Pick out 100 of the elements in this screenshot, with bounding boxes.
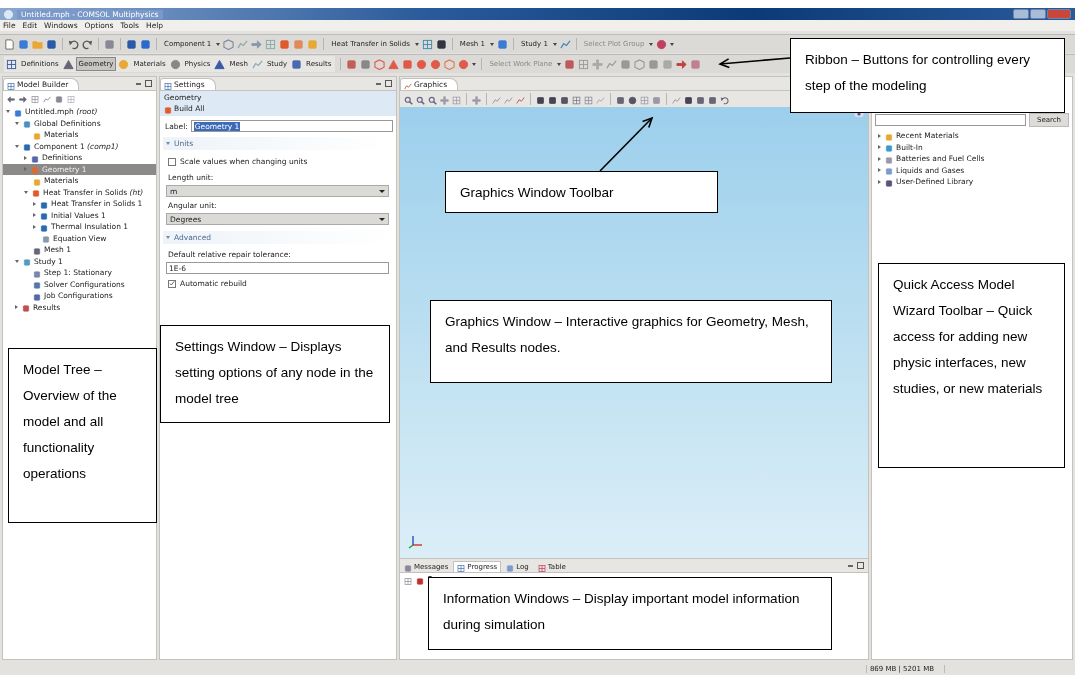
square-icon[interactable] bbox=[684, 94, 693, 104]
expand-arrow-icon[interactable] bbox=[24, 155, 27, 160]
expand-arrow-icon[interactable] bbox=[15, 305, 18, 310]
expand-arrow-icon[interactable] bbox=[33, 201, 36, 206]
square-icon[interactable] bbox=[23, 142, 31, 151]
square-icon[interactable] bbox=[126, 38, 137, 50]
triangle-icon[interactable] bbox=[214, 58, 226, 70]
caret-icon[interactable] bbox=[552, 42, 557, 46]
circle-icon[interactable] bbox=[169, 58, 181, 70]
grid-icon[interactable] bbox=[7, 80, 15, 89]
square-icon[interactable] bbox=[416, 576, 424, 584]
undo-icon[interactable] bbox=[68, 38, 79, 50]
expand-arrow-icon[interactable] bbox=[878, 168, 881, 173]
grid-icon[interactable] bbox=[572, 94, 581, 104]
triangle-icon[interactable] bbox=[62, 58, 74, 70]
square-icon[interactable] bbox=[22, 303, 30, 312]
caret-icon[interactable] bbox=[472, 62, 477, 66]
caret-icon[interactable] bbox=[557, 62, 562, 66]
chart-icon[interactable] bbox=[606, 58, 618, 70]
minimize-button[interactable] bbox=[376, 82, 381, 85]
expand-arrow-icon[interactable] bbox=[878, 156, 881, 161]
document-icon[interactable] bbox=[4, 38, 15, 50]
minimize-button[interactable] bbox=[1013, 9, 1029, 19]
checkbox[interactable] bbox=[168, 279, 176, 288]
square-icon[interactable] bbox=[140, 38, 151, 50]
circle-icon[interactable] bbox=[628, 94, 637, 104]
square-icon[interactable] bbox=[33, 291, 41, 300]
redo-icon[interactable] bbox=[82, 38, 93, 50]
minimize-button[interactable] bbox=[848, 564, 853, 567]
collapse-arrow-icon[interactable] bbox=[15, 144, 19, 148]
grid-icon[interactable] bbox=[6, 58, 17, 70]
chart-icon[interactable] bbox=[43, 94, 51, 102]
caret-icon[interactable] bbox=[649, 42, 654, 46]
callout-text: Graphics Window – Interactive graphics for Geometry, Mesh, and Results nodes. bbox=[445, 313, 810, 357]
maximize-button[interactable] bbox=[857, 562, 864, 569]
square-icon[interactable] bbox=[291, 58, 303, 70]
circle-icon[interactable] bbox=[430, 58, 442, 70]
magnifier-icon[interactable] bbox=[428, 94, 437, 104]
collapse-arrow-icon[interactable] bbox=[166, 142, 170, 145]
cube-icon[interactable] bbox=[444, 58, 456, 70]
collapse-arrow-icon[interactable] bbox=[15, 121, 19, 125]
grid-icon[interactable] bbox=[457, 563, 466, 571]
minimize-button[interactable] bbox=[136, 82, 141, 85]
cube-icon[interactable] bbox=[634, 58, 646, 70]
right-arrow-icon[interactable] bbox=[19, 94, 27, 102]
square-icon[interactable] bbox=[33, 280, 41, 289]
undo-icon[interactable] bbox=[720, 94, 729, 104]
square-icon[interactable] bbox=[435, 38, 447, 50]
caret-icon[interactable] bbox=[216, 42, 221, 46]
chart-icon[interactable] bbox=[251, 58, 263, 70]
circle-icon[interactable] bbox=[416, 58, 428, 70]
expand-arrow-icon[interactable] bbox=[33, 224, 36, 229]
square-icon[interactable] bbox=[616, 94, 625, 104]
expand-arrow-icon[interactable] bbox=[878, 179, 881, 184]
grid-icon[interactable] bbox=[164, 80, 172, 89]
triangle-icon[interactable] bbox=[388, 58, 400, 70]
maximize-button[interactable] bbox=[145, 80, 152, 87]
caret-icon[interactable] bbox=[670, 42, 675, 46]
callout-text: Graphics Window Toolbar bbox=[460, 184, 615, 202]
square-icon[interactable] bbox=[31, 153, 39, 162]
callout-text: Information Windows – Display important model information during simulation bbox=[443, 590, 801, 634]
collapse-arrow-icon[interactable] bbox=[166, 236, 170, 239]
search-field[interactable] bbox=[875, 114, 1026, 126]
square-icon[interactable] bbox=[560, 94, 569, 104]
square-icon[interactable] bbox=[696, 94, 705, 104]
grid-icon[interactable] bbox=[584, 94, 593, 104]
plus-icon[interactable] bbox=[472, 94, 481, 104]
checkbox[interactable] bbox=[168, 157, 176, 166]
right-arrow-icon[interactable] bbox=[676, 58, 688, 70]
collapse-arrow-icon[interactable] bbox=[15, 259, 19, 263]
grid-icon[interactable] bbox=[31, 94, 39, 102]
expand-arrow-icon[interactable] bbox=[33, 213, 36, 218]
square-icon[interactable] bbox=[548, 94, 557, 104]
square-icon[interactable] bbox=[40, 222, 48, 231]
square-icon[interactable] bbox=[46, 38, 57, 50]
expand-arrow-icon[interactable] bbox=[878, 133, 881, 138]
maximize-button[interactable] bbox=[385, 80, 392, 87]
circle-icon[interactable] bbox=[656, 38, 668, 50]
square-icon[interactable] bbox=[40, 199, 48, 208]
caret-icon[interactable] bbox=[414, 42, 419, 46]
collapse-arrow-icon[interactable] bbox=[6, 110, 10, 114]
maximize-button[interactable] bbox=[1030, 9, 1046, 19]
grid-icon[interactable] bbox=[537, 563, 546, 571]
square-icon[interactable] bbox=[14, 107, 22, 116]
square-icon[interactable] bbox=[33, 245, 41, 254]
cube-icon[interactable] bbox=[374, 58, 386, 70]
expand-arrow-icon[interactable] bbox=[878, 145, 881, 150]
square-icon[interactable] bbox=[708, 94, 717, 104]
square-icon[interactable] bbox=[536, 94, 545, 104]
magnifier-icon[interactable] bbox=[404, 94, 413, 104]
caret-icon[interactable] bbox=[489, 42, 494, 46]
grid-icon[interactable] bbox=[404, 576, 412, 584]
plus-icon[interactable] bbox=[440, 94, 449, 104]
square-icon[interactable] bbox=[885, 177, 893, 186]
collapse-arrow-icon[interactable] bbox=[24, 190, 28, 194]
square-icon[interactable] bbox=[40, 211, 48, 220]
axes-drawing bbox=[408, 534, 424, 550]
magnifier-icon[interactable] bbox=[416, 94, 425, 104]
left-arrow-icon[interactable] bbox=[7, 94, 15, 102]
callout-text: Settings Window – Displays setting options of any node in the model tree bbox=[175, 338, 375, 408]
